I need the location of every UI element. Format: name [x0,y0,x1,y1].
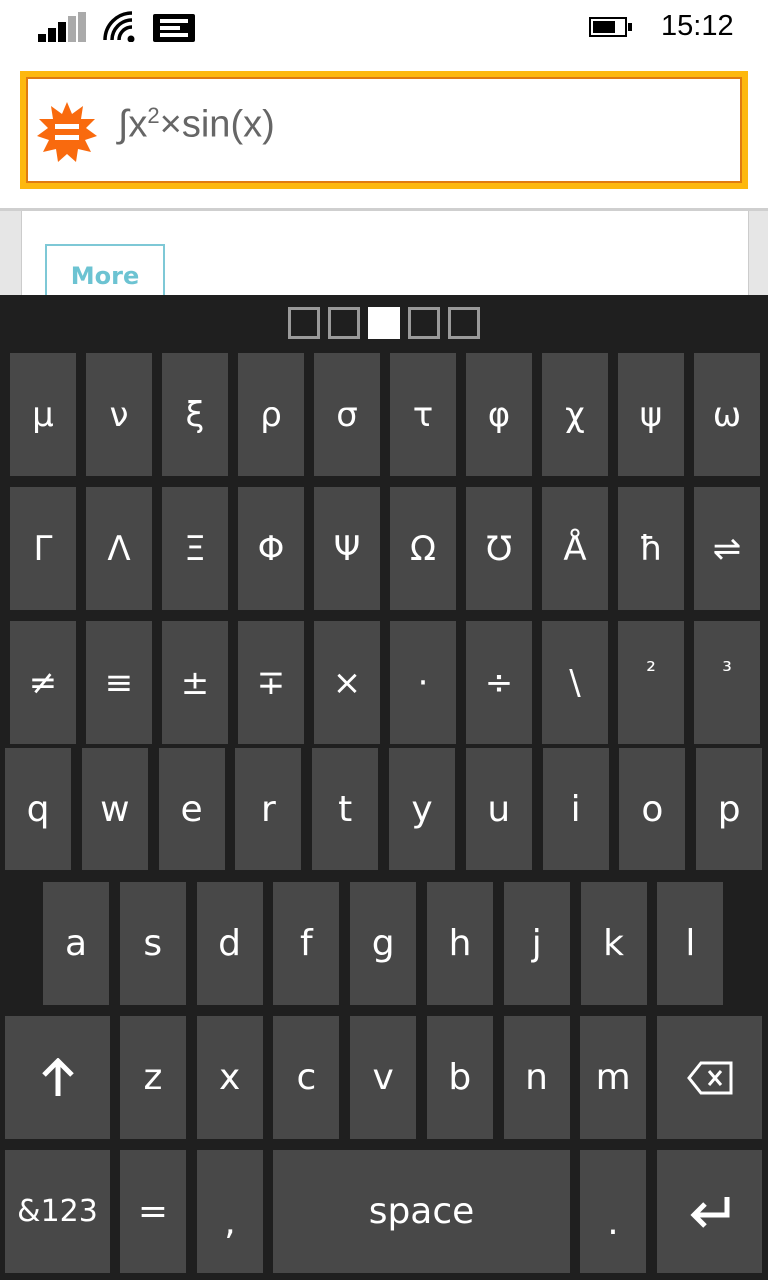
keyboard-page-5[interactable] [448,307,480,339]
space-key[interactable]: space [273,1150,570,1273]
key-n[interactable]: n [503,1016,570,1139]
shift-arrow-icon [41,1057,74,1096]
clock: 15:12 [661,10,734,42]
key-symbol[interactable]: ² [618,621,684,744]
key-h[interactable]: h [427,882,493,1005]
key-p[interactable]: p [696,748,763,870]
key-symbol[interactable]: Ψ [314,487,380,610]
key-symbol[interactable]: × [314,621,380,744]
key-symbol[interactable]: ÷ [466,621,532,744]
key-r[interactable]: r [235,748,302,870]
enter-key[interactable] [657,1150,762,1273]
key-symbol[interactable]: ∓ [238,621,304,744]
key-o[interactable]: o [619,748,686,870]
results-area: More [0,208,768,304]
key-b[interactable]: b [426,1016,493,1139]
key-g[interactable]: g [350,882,417,1005]
key-y[interactable]: y [389,748,455,870]
key-symbol[interactable]: τ [390,353,456,476]
key-q[interactable]: q [5,748,71,870]
wifi-icon [103,11,135,42]
key-z[interactable]: z [120,1016,186,1139]
key-d[interactable]: d [196,882,263,1005]
key-u[interactable]: u [465,748,532,870]
keyboard-page-3[interactable] [368,307,400,339]
on-screen-keyboard: μ ν ξ ρ σ τ φ χ ψ ω Γ Λ Ξ Φ Ψ Ω ℧ Åħ ⇌ ≠ ≡ ± ∓ × · ÷ \ ² ³ q w e r t y u i o p… [0,295,768,1280]
key-symbol[interactable]: Φ [238,487,304,610]
key-symbol[interactable]: Ω [390,487,456,610]
key-v[interactable]: v [350,1016,417,1139]
key-symbol[interactable]: ρ [238,353,304,476]
wolfram-alpha-logo [37,102,97,162]
key-comma[interactable]: , [197,1150,263,1273]
keyboard-page-2[interactable] [328,307,360,339]
key-symbol[interactable]: ξ [162,353,228,476]
key-c[interactable]: c [273,1016,340,1139]
key-symbol[interactable]: ψ [618,353,684,476]
key-symbol[interactable]: σ [314,353,380,476]
keyboard-page-indicator [288,307,488,339]
key-symbol[interactable]: \ [542,621,608,744]
enter-icon [689,1196,729,1228]
keyboard-page-1[interactable] [288,307,320,339]
key-symbol[interactable]: φ [466,353,532,476]
key-symbol[interactable]: ω [694,353,760,476]
key-symbol[interactable]: Å [542,487,608,610]
key-m[interactable]: m [580,1016,647,1139]
key-symbol[interactable]: μ [10,353,76,476]
key-t[interactable]: t [312,748,379,870]
key-k[interactable]: k [580,882,647,1005]
query-superscript: 2 [147,103,160,128]
signal-icon [38,12,88,42]
query-text: ×sin(x) [159,103,275,146]
query-text: ∫x [118,103,148,146]
shift-key[interactable] [5,1016,110,1139]
battery-icon [589,17,632,37]
key-f[interactable]: f [273,882,340,1005]
key-x[interactable]: x [196,1016,263,1139]
search-box[interactable]: ∫x2×sin(x) [20,71,748,189]
key-symbol[interactable]: Γ [10,487,76,610]
key-symbol[interactable]: ħ [618,487,684,610]
result-card: More [21,211,749,304]
search-input[interactable]: ∫x2×sin(x) [118,103,275,147]
key-e[interactable]: e [158,748,225,870]
key-symbol[interactable]: ≠ [10,621,76,744]
key-equals[interactable]: = [120,1150,186,1273]
key-symbol[interactable]: ℧ [466,487,532,610]
key-symbol[interactable]: ≡ [86,621,152,744]
key-symbol[interactable]: ± [162,621,228,744]
key-l[interactable]: l [657,882,724,1005]
key-symbol[interactable]: χ [542,353,608,476]
key-symbol[interactable]: ³ [694,621,760,744]
message-icon [153,14,195,42]
key-j[interactable]: j [503,882,570,1005]
key-symbol[interactable]: ⇌ [694,487,760,610]
key-symbol[interactable]: · [390,621,456,744]
key-a[interactable]: a [43,882,109,1005]
keyboard-page-4[interactable] [408,307,440,339]
key-s[interactable]: s [119,882,186,1005]
key-symbol[interactable]: Ξ [162,487,228,610]
key-period[interactable]: . [580,1150,646,1273]
backspace-key[interactable] [657,1016,762,1139]
status-bar: 15:12 [0,0,768,60]
numbers-key[interactable]: &123 [5,1150,110,1273]
key-symbol[interactable]: ν [86,353,152,476]
backspace-icon [686,1061,732,1094]
key-w[interactable]: w [81,748,148,870]
key-symbol[interactable]: Λ [86,487,152,610]
key-i[interactable]: i [542,748,609,870]
